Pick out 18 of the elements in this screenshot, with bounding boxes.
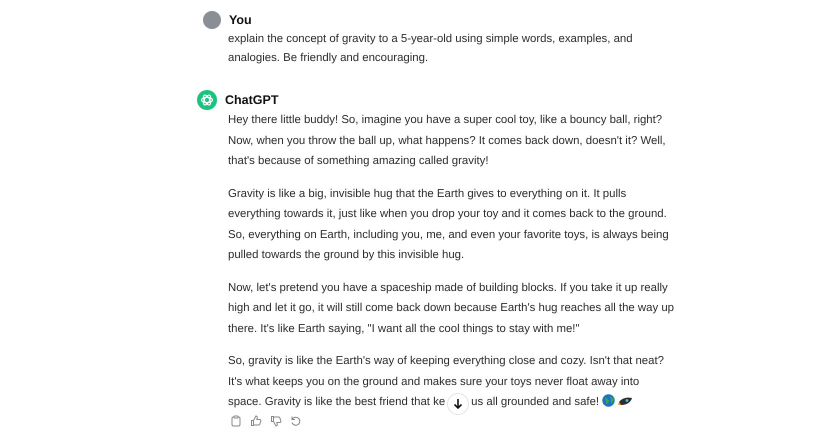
- thumbs-down-icon[interactable]: [270, 414, 282, 426]
- copy-icon[interactable]: [230, 414, 242, 426]
- arrow-down-icon: [452, 398, 464, 410]
- message-text: explain the concept of gravity to a 5-year-old using simple words, examples, and analogies. Be friendly and encouraging.: [228, 32, 634, 66]
- globe-icon: [602, 394, 616, 407]
- message-text: space. Gravity is like the best friend that ke: [228, 396, 446, 408]
- rocket-icon: [618, 396, 634, 407]
- author-name: ChatGPT: [225, 93, 278, 107]
- message-text: us all grounded and safe!: [471, 396, 600, 408]
- message-text: Hey there little buddy! So, imagine you have a super cool toy, like a bouncy ball, right? Now, when you throw the ball up, what happens? It comes back down, doesn't it? Well, that's because of something amazing called gravity!: [228, 113, 667, 169]
- author-name: You: [229, 13, 252, 27]
- message-text: Gravity is like a big, invisible hug that the Earth gives to everything on it. It pulls everything towards it, just like when you drop your toy and it comes back to the ground. So, everything on Earth, including you, me, and even your favorite toys, is always being pulled towards the ground by this invisible hug.: [228, 186, 670, 263]
- assistant-logo-icon: [197, 90, 217, 110]
- user-avatar: [203, 11, 221, 29]
- message-text: Now, let's pretend you have a spaceship made of building blocks. If you take it up really high and let it go, it will still come back down because Earth's hug reaches all the way up there. It's like Earth saying, "I want all the cool things to stay with me!": [228, 280, 676, 336]
- regenerate-icon[interactable]: [290, 414, 302, 426]
- scroll-down-button[interactable]: [447, 393, 470, 415]
- thumbs-up-icon[interactable]: [250, 414, 262, 426]
